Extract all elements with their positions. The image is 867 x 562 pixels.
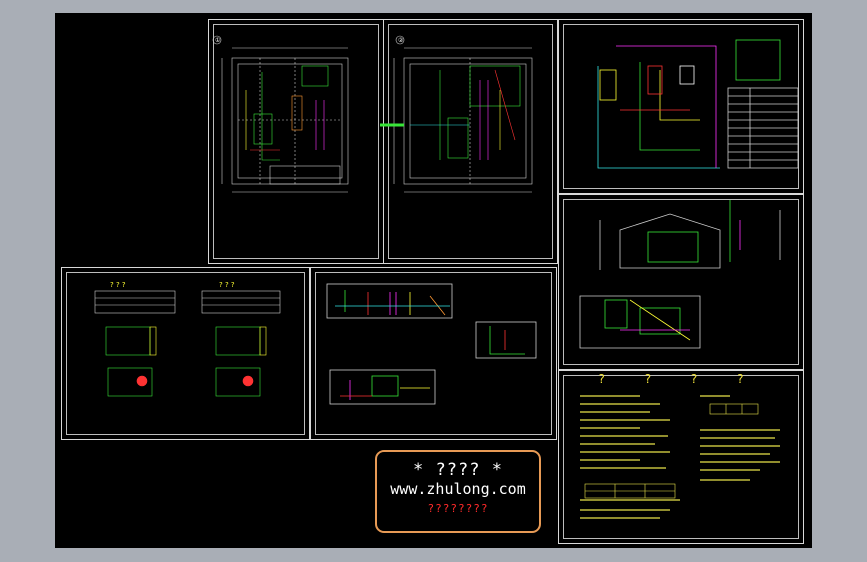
plan-1-mark: ①: [215, 37, 220, 44]
equipment-tables: [94, 290, 281, 397]
system-diagram: [597, 39, 799, 169]
piping-elevations: [326, 283, 537, 405]
floor-plan-1: [212, 35, 349, 193]
sections: [579, 200, 781, 349]
floor-plan-2: [380, 35, 533, 193]
watermark-subtitle: ????????: [427, 502, 489, 515]
watermark-url[interactable]: www.zhulong.com: [377, 480, 539, 498]
design-notes-tables: [584, 403, 759, 499]
watermark-title: * ???? *: [413, 460, 503, 480]
equipment-table-title-1: ? ? ?: [110, 281, 126, 289]
equipment-table-title-2: ? ? ?: [219, 281, 235, 289]
plan-2-mark: ②: [398, 37, 404, 44]
design-notes-heading: ? ? ? ?: [598, 372, 762, 386]
watermark-box: * ???? * www.zhulong.com ????????: [375, 450, 541, 533]
